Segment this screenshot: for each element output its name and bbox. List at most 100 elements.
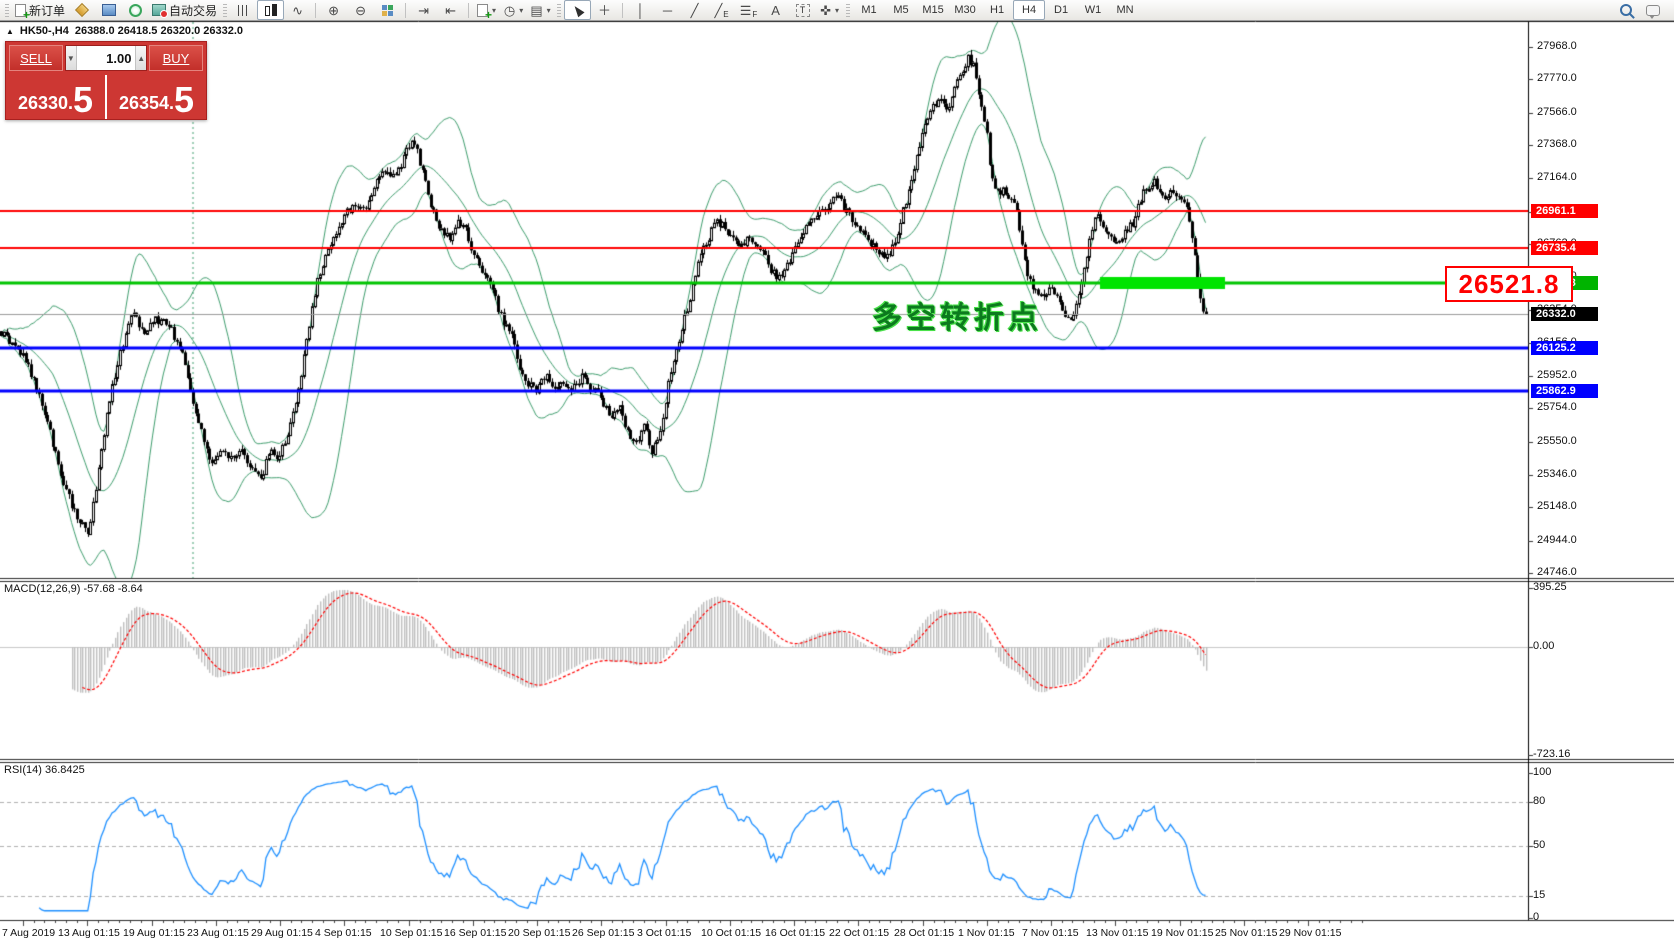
- new-order-label: 新订单: [29, 3, 66, 18]
- date-axis-tick: 1 Nov 01:15: [958, 927, 1015, 939]
- chart-shift-icon: ⇤: [445, 2, 456, 18]
- timeframe-MN[interactable]: MN: [1109, 0, 1141, 20]
- auto-trading-button[interactable]: 自动交易: [149, 0, 220, 20]
- buy-price-main: 26354: [118, 93, 169, 113]
- periods-button[interactable]: ◷ ▾: [500, 0, 527, 20]
- indicators-icon: [477, 3, 492, 22]
- main-toolbar: 新订单 自动交易 ∿ ⊕ ⊖ ⇥ ⇤ ▾ ◷▾ ▤▾ ＋ │ ─ ╱ ╱E ☰F…: [0, 0, 1674, 22]
- buy-price[interactable]: 26354. 5: [107, 75, 206, 119]
- timeframe-M5[interactable]: M5: [885, 0, 917, 20]
- timeframe-M30[interactable]: M30: [949, 0, 981, 20]
- new-order-icon: [15, 3, 30, 22]
- new-order-button[interactable]: 新订单: [12, 0, 68, 22]
- date-axis-tick: 10 Sep 01:15: [380, 927, 443, 939]
- volume-decrease-button[interactable]: ▼: [66, 46, 77, 70]
- buy-button[interactable]: BUY: [149, 45, 203, 71]
- collapse-triangle-icon[interactable]: ▲: [6, 27, 14, 36]
- timeframe-M15[interactable]: M15: [917, 0, 949, 20]
- navigator-button[interactable]: [122, 0, 149, 20]
- chart-canvas[interactable]: [0, 0, 1674, 948]
- zoom-out-icon: ⊖: [355, 2, 366, 18]
- zoom-out-button[interactable]: ⊖: [347, 0, 374, 20]
- templates-button[interactable]: ▤ ▾: [527, 0, 554, 20]
- timeframe-H4[interactable]: H4: [1013, 0, 1046, 20]
- one-click-trading-panel: SELL ▼ ▲ BUY 26330.5 26354.5: [5, 41, 207, 120]
- timeframe-H1[interactable]: H1: [981, 0, 1013, 20]
- toolbar-grip: [846, 3, 851, 17]
- text-label-button[interactable]: T: [789, 0, 816, 20]
- volume-increase-button[interactable]: ▲: [135, 46, 146, 70]
- line-chart-button[interactable]: ∿: [284, 0, 311, 20]
- price-axis-tick: 27770.0: [1537, 72, 1577, 85]
- rsi-axis-tick: 15: [1533, 889, 1546, 902]
- date-axis-tick: 3 Oct 01:15: [637, 927, 692, 939]
- timeframe-group: M1 M5 M15 M30 H1 H4 D1 W1 MN: [853, 0, 1141, 20]
- clock-icon: ◷: [503, 2, 516, 18]
- text-icon: A: [771, 2, 780, 18]
- timeframe-M1[interactable]: M1: [853, 0, 885, 20]
- fibonacci-button[interactable]: ☰ F: [735, 0, 762, 20]
- date-axis-tick: 7 Aug 2019: [2, 927, 56, 939]
- trendline-icon: ╱: [690, 2, 699, 18]
- indicators-button[interactable]: ▾: [473, 0, 500, 22]
- price-axis-tick: 24746.0: [1537, 566, 1577, 578]
- caret-icon: ▾: [492, 5, 497, 15]
- auto-trading-label: 自动交易: [169, 3, 218, 18]
- date-axis-tick: 26 Sep 01:15: [572, 927, 635, 939]
- channel-button[interactable]: ╱ E: [708, 0, 735, 20]
- caret-icon: ▾: [546, 5, 551, 15]
- chat-button[interactable]: [1639, 0, 1666, 20]
- date-axis-tick: 28 Oct 01:15: [894, 927, 955, 939]
- crosshair-button[interactable]: ＋: [591, 0, 618, 20]
- text-label-icon: T: [795, 3, 810, 17]
- date-axis-tick: 22 Oct 01:15: [829, 927, 890, 939]
- caret-icon: ▾: [519, 5, 524, 15]
- sell-price[interactable]: 26330. 5: [6, 75, 107, 119]
- volume-input[interactable]: [76, 46, 136, 70]
- timeframe-D1[interactable]: D1: [1045, 0, 1077, 20]
- candlestick-chart-button[interactable]: [257, 0, 285, 20]
- price-axis-tick: 25550.0: [1537, 434, 1577, 447]
- navigator-icon: [129, 3, 143, 17]
- macd-indicator-label: MACD(12,26,9) -57.68 -8.64: [4, 583, 143, 595]
- sell-price-frac: 5: [73, 79, 94, 121]
- price-axis-tick: 27566.0: [1537, 105, 1577, 118]
- candlestick-icon: [264, 4, 277, 16]
- rsi-indicator-label: RSI(14) 36.8425: [4, 764, 85, 776]
- date-axis-tick: 29 Aug 01:15: [251, 927, 313, 939]
- date-axis-tick: 23 Aug 01:15: [187, 927, 249, 939]
- auto-scroll-button[interactable]: ⇥: [410, 0, 437, 20]
- horizontal-line-button[interactable]: ─: [654, 0, 681, 20]
- toolbar-separator: [315, 2, 317, 18]
- arrows-button[interactable]: ✜ ▾: [816, 0, 843, 20]
- date-axis-tick: 13 Nov 01:15: [1086, 927, 1149, 939]
- zoom-in-button[interactable]: ⊕: [320, 0, 347, 20]
- chart-annotation-text[interactable]: 多空转折点: [872, 293, 1042, 337]
- chart-shift-button[interactable]: ⇤: [437, 0, 464, 20]
- channel-sub-label: E: [723, 10, 729, 19]
- sell-price-main: 26330: [17, 93, 68, 113]
- toolbar-separator: [468, 2, 470, 18]
- price-text-object[interactable]: 26521.8: [1445, 266, 1573, 302]
- text-button[interactable]: A: [762, 0, 789, 20]
- search-button[interactable]: [1612, 0, 1639, 20]
- price-line-badge: 26125.2: [1531, 340, 1598, 355]
- market-watch-button[interactable]: [95, 0, 122, 20]
- macd-axis-tick: 0.00: [1533, 640, 1555, 652]
- caret-icon: ▾: [834, 5, 839, 15]
- trendline-button[interactable]: ╱: [681, 0, 708, 20]
- profiles-button[interactable]: [68, 0, 95, 20]
- sell-button[interactable]: SELL: [9, 45, 63, 71]
- auto-trading-icon: [152, 4, 169, 18]
- date-axis-tick: 19 Aug 01:15: [123, 927, 185, 939]
- chart-title: ▲ HK50-,H4 26388.0 26418.5 26320.0 26332…: [6, 25, 243, 37]
- toolbar-separator: [622, 2, 624, 18]
- cursor-button[interactable]: [564, 0, 592, 20]
- vertical-line-button[interactable]: │: [627, 0, 654, 20]
- toolbar-grip: [5, 3, 9, 17]
- timeframe-W1[interactable]: W1: [1077, 0, 1109, 20]
- tile-windows-button[interactable]: [374, 0, 401, 20]
- bar-chart-button[interactable]: [230, 0, 257, 20]
- market-watch-icon: [101, 4, 116, 16]
- channel-icon: ╱: [714, 2, 723, 18]
